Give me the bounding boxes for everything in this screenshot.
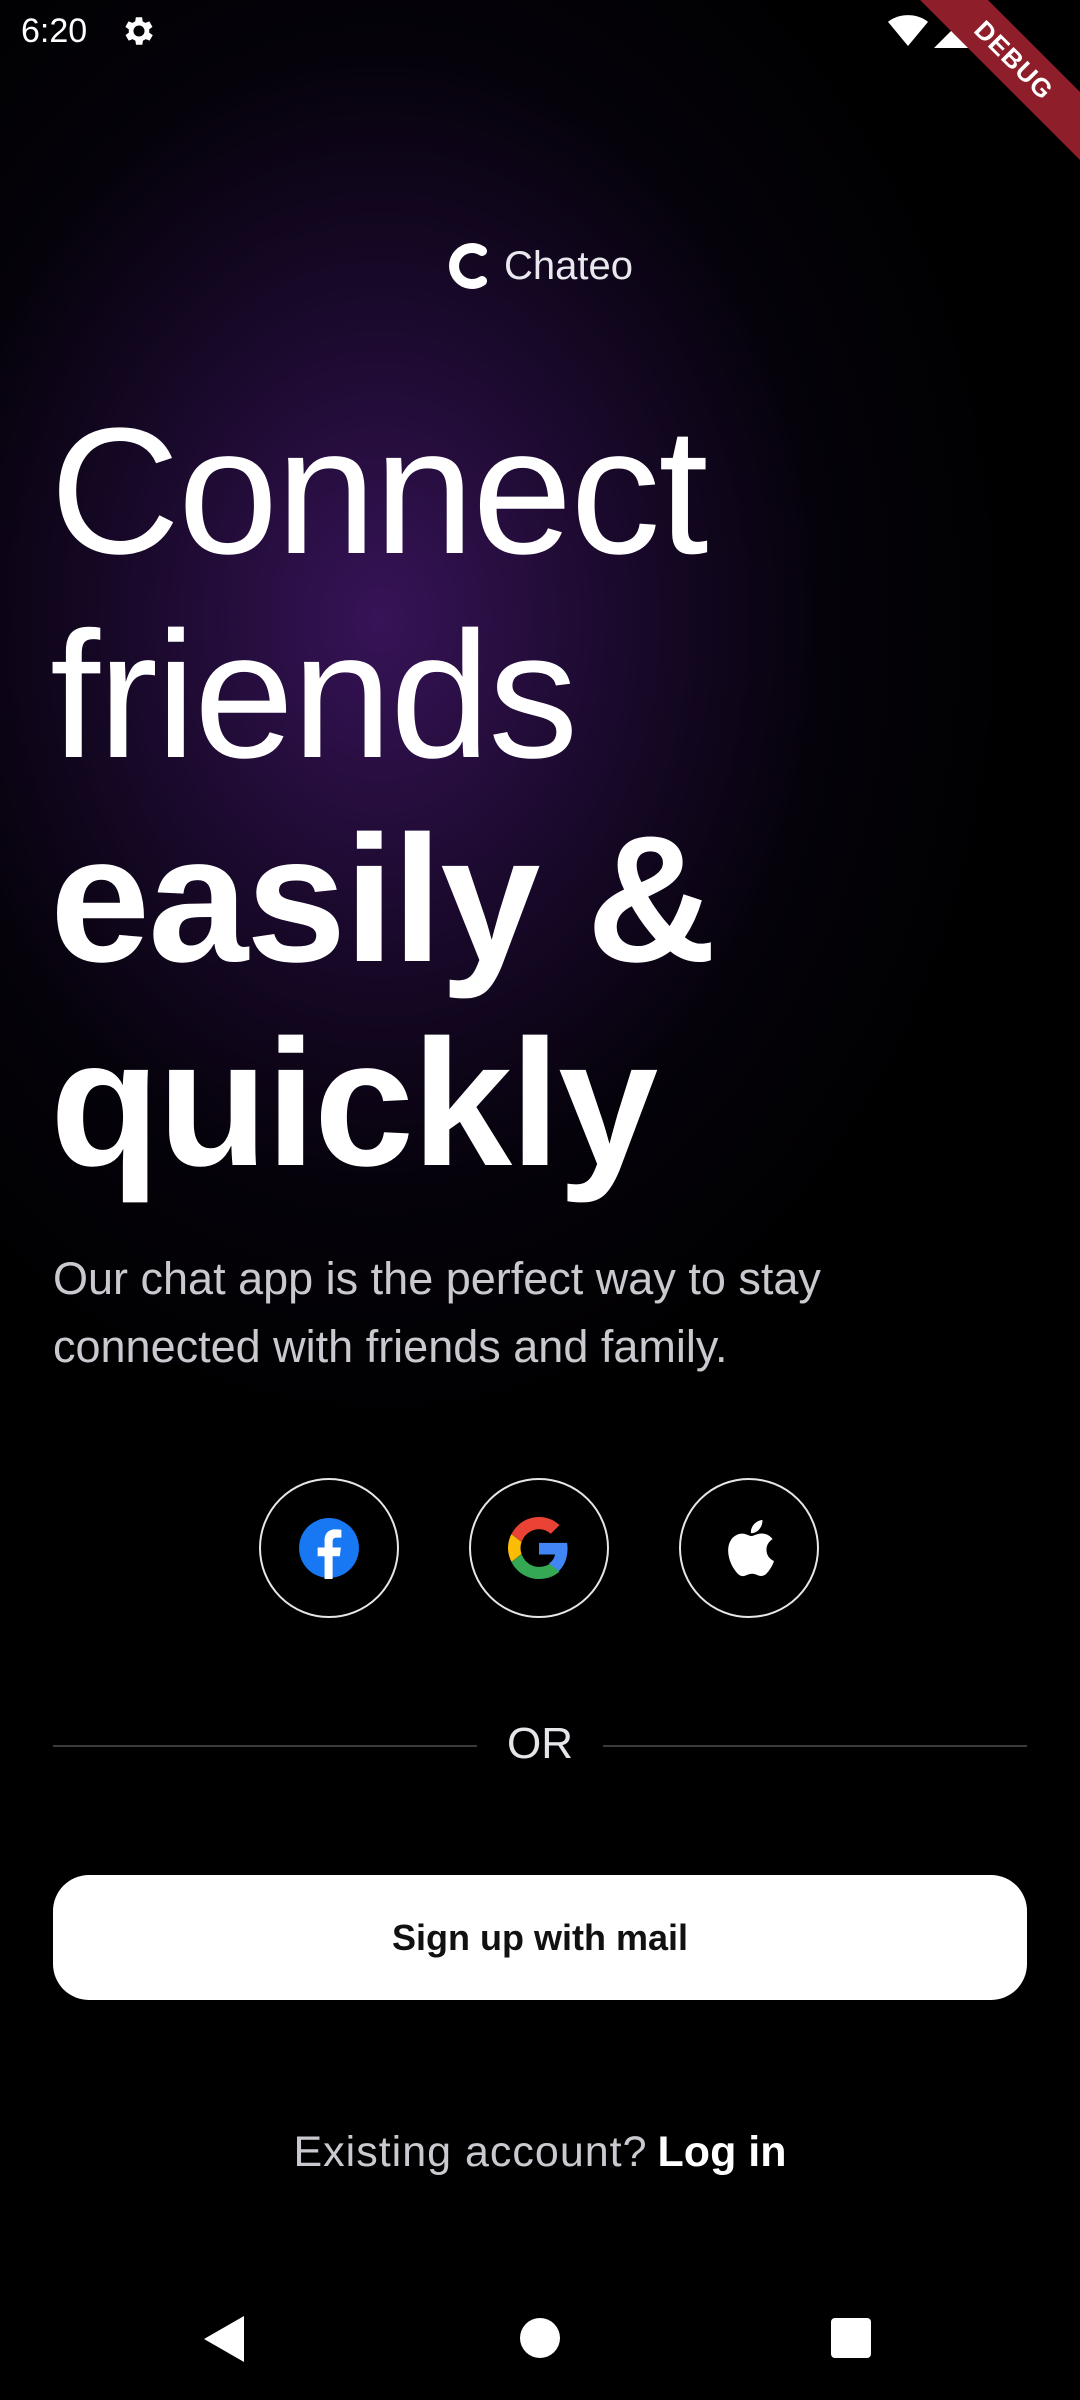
home-icon[interactable] bbox=[520, 2318, 560, 2358]
google-icon bbox=[508, 1517, 568, 1579]
wifi-icon bbox=[888, 15, 928, 46]
chateo-logo-icon bbox=[449, 243, 487, 289]
app-logo: Chateo bbox=[446, 236, 633, 296]
headline-line-2: friends bbox=[50, 595, 578, 796]
navigation-bar bbox=[0, 2280, 1080, 2400]
headline-line-3: easily & bbox=[50, 799, 716, 1000]
debug-banner: DEBUG bbox=[905, 0, 1080, 169]
facebook-login-button[interactable] bbox=[259, 1478, 399, 1618]
status-bar: 6:20 DEBUG bbox=[0, 0, 1080, 169]
recents-icon[interactable] bbox=[831, 2318, 871, 2358]
log-in-link[interactable]: Log in bbox=[658, 2128, 787, 2176]
google-login-button[interactable] bbox=[469, 1478, 609, 1618]
subtitle: Our chat app is the perfect way to stay … bbox=[53, 1253, 821, 1372]
status-time: 6:20 bbox=[21, 12, 88, 50]
apple-login-button[interactable] bbox=[679, 1478, 819, 1618]
screen: 6:20 DEBUG Chateo Connect friends easily… bbox=[0, 0, 1080, 2400]
headline: Connect friends easily & quickly bbox=[50, 390, 1030, 1206]
existing-account-label: Existing account? bbox=[293, 2128, 648, 2176]
login-row: Existing account? Log in bbox=[0, 2128, 1080, 2177]
headline-line-4: quickly bbox=[50, 1003, 658, 1204]
settings-icon bbox=[125, 17, 153, 45]
sign-up-with-mail-button[interactable]: Sign up with mail bbox=[53, 1875, 1027, 2000]
or-label: OR bbox=[507, 1719, 573, 1768]
back-icon[interactable] bbox=[204, 2316, 246, 2362]
facebook-icon bbox=[299, 1518, 359, 1579]
divider-line-right bbox=[603, 1745, 1027, 1747]
or-divider: OR bbox=[53, 1715, 1027, 1775]
app-name: Chateo bbox=[504, 243, 633, 288]
apple-icon bbox=[728, 1519, 774, 1577]
headline-line-1: Connect bbox=[50, 391, 708, 592]
